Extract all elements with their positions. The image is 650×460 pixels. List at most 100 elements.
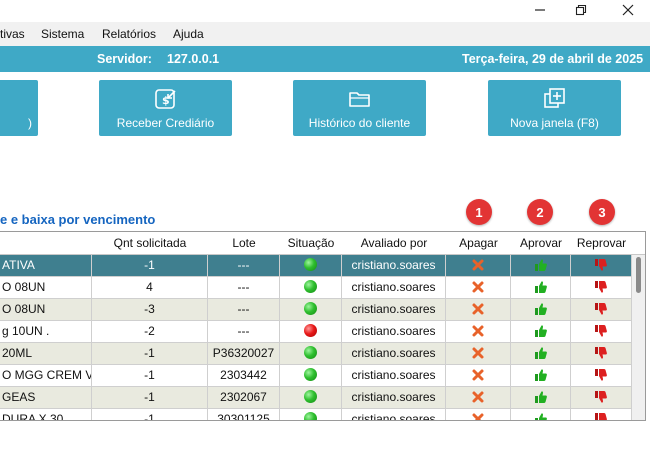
new-window-icon <box>543 88 565 108</box>
evaluator-cell: cristiano.soares <box>342 387 446 408</box>
table-row[interactable]: GEAS -1 2302067 cristiano.soares <box>0 387 632 409</box>
receive-credit-button[interactable]: $ Receber Crediário <box>99 80 232 136</box>
lot-cell: 2303442 <box>208 365 280 386</box>
reject-button[interactable] <box>571 343 632 364</box>
reject-button[interactable] <box>571 299 632 320</box>
delete-x-icon <box>472 259 484 271</box>
client-history-button[interactable]: Histórico do cliente <box>293 80 426 136</box>
approve-button[interactable] <box>511 299 571 320</box>
status-indicator <box>280 255 342 276</box>
table-row[interactable]: 20ML -1 P36320027 cristiano.soares <box>0 343 632 365</box>
delete-button[interactable] <box>446 365 511 386</box>
reject-button[interactable] <box>571 409 632 420</box>
menu-item-relatorios[interactable]: Relatórios <box>102 27 156 41</box>
delete-button[interactable] <box>446 255 511 276</box>
col-header-evaluator[interactable]: Avaliado por <box>342 236 446 250</box>
menu-item-ajuda[interactable]: Ajuda <box>173 27 204 41</box>
delete-button[interactable] <box>446 321 511 342</box>
reject-button[interactable] <box>571 321 632 342</box>
evaluator-cell: cristiano.soares <box>342 321 446 342</box>
section-title: e e baixa por vencimento <box>0 212 156 227</box>
reject-button[interactable] <box>571 365 632 386</box>
receive-money-icon: $ <box>154 89 176 109</box>
lot-cell: --- <box>208 255 280 276</box>
delete-button[interactable] <box>446 387 511 408</box>
quantity-cell: 4 <box>92 277 208 298</box>
quantity-cell: -1 <box>92 387 208 408</box>
table-row[interactable]: O 08UN -3 --- cristiano.soares <box>0 299 632 321</box>
status-indicator <box>280 299 342 320</box>
delete-button[interactable] <box>446 277 511 298</box>
table-row[interactable]: DURA X 30 -1 30301125 cristiano.soares <box>0 409 632 420</box>
folder-icon <box>348 92 370 107</box>
new-window-label: Nova janela (F8) <box>510 116 599 130</box>
product-name-cell: ATIVA <box>0 255 92 276</box>
thumbs-up-icon <box>534 259 547 271</box>
server-label: Servidor: <box>97 52 152 66</box>
thumbs-down-icon <box>595 346 607 359</box>
delete-x-icon <box>472 391 484 403</box>
toolbar-button-cutoff-label: ) <box>28 116 32 130</box>
reject-button[interactable] <box>571 277 632 298</box>
thumbs-up-icon <box>534 369 547 381</box>
thumbs-up-icon <box>534 281 547 293</box>
table-row[interactable]: O 08UN 4 --- cristiano.soares <box>0 277 632 299</box>
maximize-icon[interactable] <box>561 0 601 20</box>
product-name-cell: O 08UN <box>0 299 92 320</box>
col-header-lot[interactable]: Lote <box>208 236 280 250</box>
status-indicator <box>280 387 342 408</box>
thumbs-down-icon <box>595 368 607 381</box>
delete-x-icon <box>472 413 484 420</box>
title-bar <box>0 0 650 22</box>
thumbs-up-icon <box>534 391 547 403</box>
vertical-scrollbar[interactable] <box>632 255 645 420</box>
status-green-icon <box>304 258 317 272</box>
thumbs-down-icon <box>595 390 607 403</box>
product-name-cell: O MGG CREM VA... <box>0 365 92 386</box>
menu-item-sistema[interactable]: Sistema <box>41 27 84 41</box>
delete-button[interactable] <box>446 343 511 364</box>
col-header-delete[interactable]: Apagar <box>446 236 511 250</box>
menu-item-ativas[interactable]: tivas <box>0 27 25 41</box>
approve-button[interactable] <box>511 277 571 298</box>
delete-button[interactable] <box>446 299 511 320</box>
col-header-status[interactable]: Situação <box>280 236 342 250</box>
approve-button[interactable] <box>511 343 571 364</box>
reject-button[interactable] <box>571 387 632 408</box>
scrollbar-thumb[interactable] <box>636 257 641 293</box>
col-header-reject[interactable]: Reprovar <box>571 236 632 250</box>
quantity-cell: -1 <box>92 409 208 420</box>
table-row[interactable]: g 10UN . -2 --- cristiano.soares <box>0 321 632 343</box>
toolbar-button-cutoff[interactable]: ) <box>0 80 38 136</box>
thumbs-up-icon <box>534 413 547 420</box>
status-indicator <box>280 343 342 364</box>
approve-button[interactable] <box>511 255 571 276</box>
badge-reprovar: 3 <box>589 199 615 225</box>
delete-button[interactable] <box>446 409 511 420</box>
approve-button[interactable] <box>511 365 571 386</box>
col-header-approve[interactable]: Aprovar <box>511 236 571 250</box>
thumbs-up-icon <box>534 303 547 315</box>
quantity-cell: -2 <box>92 321 208 342</box>
menu-bar: tivas Sistema Relatórios Ajuda <box>0 22 650 46</box>
new-window-button[interactable]: Nova janela (F8) <box>488 80 621 136</box>
approve-button[interactable] <box>511 387 571 408</box>
lot-cell: P36320027 <box>208 343 280 364</box>
delete-x-icon <box>472 347 484 359</box>
status-indicator <box>280 409 342 420</box>
status-green-icon <box>304 412 317 420</box>
table-row[interactable]: ATIVA -1 --- cristiano.soares <box>0 255 632 277</box>
approve-button[interactable] <box>511 321 571 342</box>
col-header-qty[interactable]: Qnt solicitada <box>92 236 208 250</box>
minimize-icon[interactable] <box>520 0 560 20</box>
status-green-icon <box>304 302 317 316</box>
status-indicator <box>280 277 342 298</box>
close-icon[interactable] <box>608 0 648 20</box>
server-bar: Servidor: 127.0.0.1 Terça-feira, 29 de a… <box>0 46 650 72</box>
status-indicator <box>280 365 342 386</box>
reject-button[interactable] <box>571 255 632 276</box>
approve-button[interactable] <box>511 409 571 420</box>
approval-table: Qnt solicitada Lote Situação Avaliado po… <box>0 231 646 421</box>
lot-cell: --- <box>208 321 280 342</box>
table-row[interactable]: O MGG CREM VA...-12303442 cristiano.soare… <box>0 365 632 387</box>
